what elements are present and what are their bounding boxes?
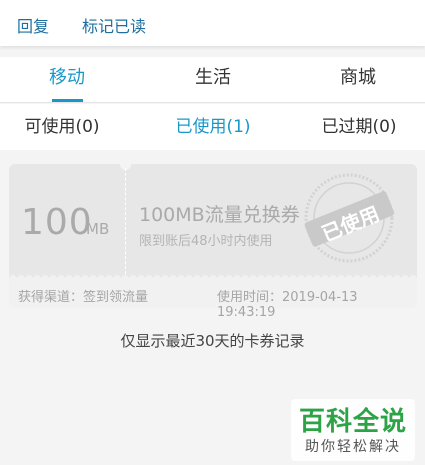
top-action-bar: 回复 标记已读 <box>0 0 425 46</box>
tab-life[interactable]: 生活 <box>142 57 284 103</box>
mark-read-button[interactable]: 标记已读 <box>82 13 146 37</box>
status-tabs: 可使用(0) 已使用(1) 已过期(0) <box>0 104 425 150</box>
category-tabs: 移动 生活 商城 <box>0 57 425 103</box>
coupon-channel: 获得渠道：签到领流量 <box>18 290 149 305</box>
coupon-body: 100 MB 100MB流量兑换券 限到账后48小时内使用 已使用 <box>9 159 417 282</box>
tab-mobile[interactable]: 移动 <box>0 57 138 103</box>
coupon-amount: 100 <box>21 202 93 243</box>
coupon-card[interactable]: 100 MB 100MB流量兑换券 限到账后48小时内使用 已使用 获得渠道：签… <box>9 159 417 320</box>
record-notice: 仅显示最近30天的卡券记录 <box>120 332 305 350</box>
watermark-logo: 百科全说 助你轻松解决 <box>291 399 415 461</box>
coupon-unit: MB <box>86 220 110 238</box>
tab-used[interactable]: 已使用(1) <box>142 104 284 150</box>
coupon-title: 100MB流量兑换券 <box>139 204 300 226</box>
tab-mall[interactable]: 商城 <box>287 57 425 103</box>
coupon-divider <box>125 168 126 274</box>
active-tab-indicator <box>52 99 83 102</box>
coupon-subtitle: 限到账后48小时内使用 <box>139 234 273 249</box>
coupon-footer: 获得渠道：签到领流量 使用时间：2019-04-13 19:43:19 <box>9 280 417 320</box>
tab-expired[interactable]: 已过期(0) <box>288 104 425 150</box>
tab-usable[interactable]: 可使用(0) <box>0 104 133 150</box>
watermark-title: 百科全说 <box>298 407 407 437</box>
coupon-used-time: 使用时间：2019-04-13 19:43:19 <box>217 290 358 320</box>
watermark-subtitle: 助你轻松解决 <box>305 439 401 455</box>
reply-button[interactable]: 回复 <box>17 13 49 37</box>
